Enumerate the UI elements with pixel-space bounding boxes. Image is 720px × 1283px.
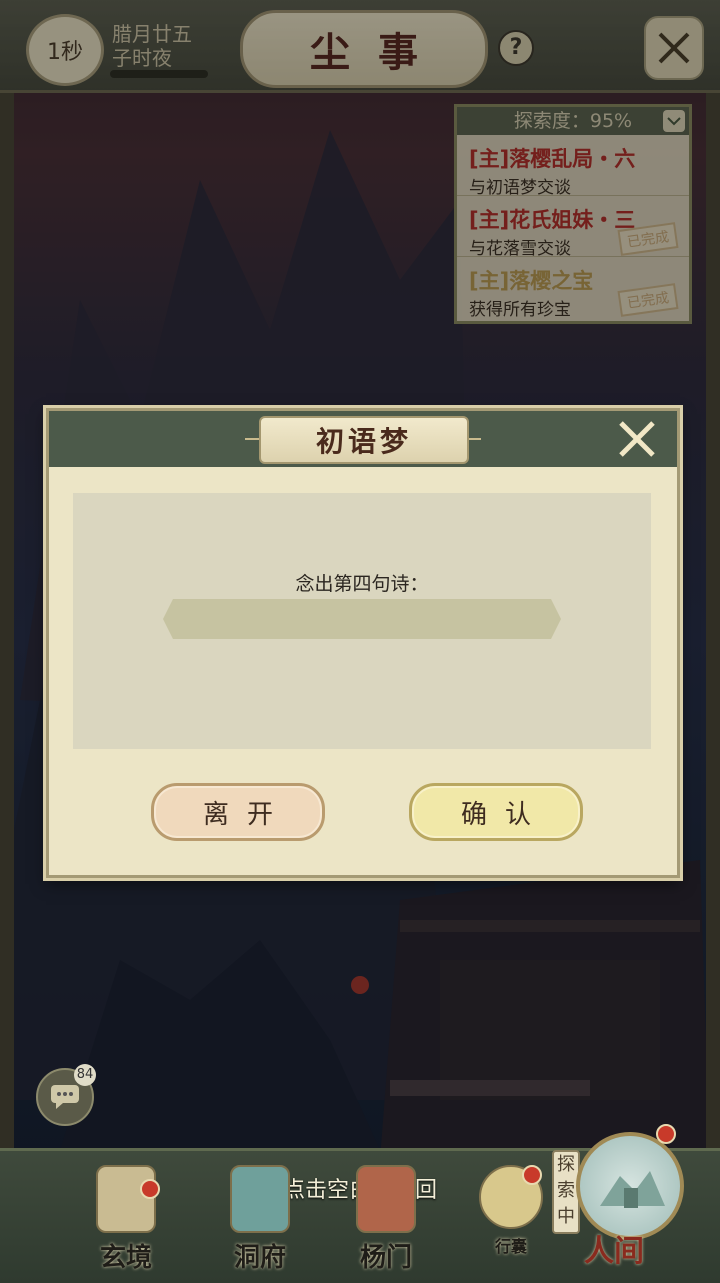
dialog-close-button[interactable]: [615, 417, 659, 461]
dialog-content: 念出第四句诗：: [73, 493, 651, 749]
nav-label-renjian: 人间: [584, 1234, 644, 1269]
nav-item-dongfu[interactable]: 洞府: [218, 1165, 302, 1275]
nav-item-yangmen[interactable]: 杨门: [344, 1165, 428, 1275]
confirm-button[interactable]: 确认: [409, 783, 583, 841]
notification-dot: [522, 1165, 542, 1185]
chat-count-badge: 84: [74, 1064, 96, 1086]
gate-icon: [356, 1165, 416, 1233]
poem-dialog: 初语梦 念出第四句诗： 离开 确认: [46, 408, 680, 878]
chat-icon: [51, 1085, 79, 1109]
world-map-button[interactable]: [576, 1132, 684, 1240]
poem-prompt: 念出第四句诗：: [295, 573, 429, 595]
close-icon: [619, 421, 655, 457]
poem-answer-input[interactable]: [163, 599, 561, 639]
cave-icon: [230, 1165, 290, 1233]
nav-item-xuanjing[interactable]: 玄境: [84, 1165, 168, 1275]
leave-button[interactable]: 离开: [151, 783, 325, 841]
notification-dot: [140, 1179, 160, 1199]
notification-dot: [656, 1124, 676, 1144]
nav-label: 玄境: [99, 1243, 152, 1273]
nav-item-xingnang[interactable]: 行囊: [472, 1165, 550, 1275]
pagoda-icon: [600, 1171, 665, 1208]
nav-label: 行囊: [494, 1237, 527, 1256]
nav-label: 杨门: [359, 1243, 412, 1273]
nav-label: 洞府: [233, 1243, 286, 1273]
dialog-title: 初语梦: [259, 416, 469, 464]
scroll-icon: [96, 1165, 156, 1233]
dialog-header: 初语梦: [49, 411, 677, 467]
